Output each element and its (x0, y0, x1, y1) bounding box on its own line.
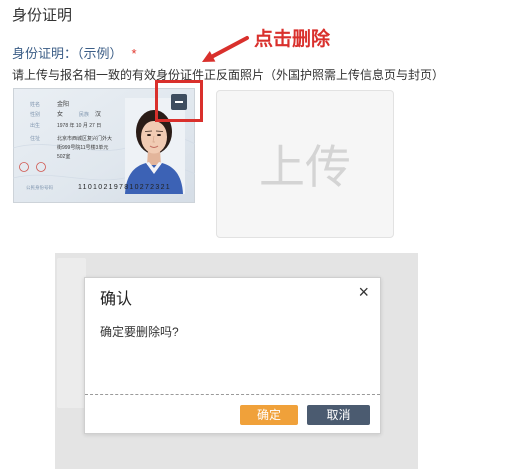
section-title: 身份证明 (12, 7, 73, 24)
confirm-button[interactable]: 确定 (240, 405, 298, 425)
card-address-label: 住址 (30, 135, 40, 142)
card-ethnicity-label: 民族 (79, 111, 89, 118)
annotation-arrow-shaft (210, 36, 249, 59)
minus-icon (175, 101, 183, 103)
portrait-photo (125, 98, 185, 194)
confirm-dialog: 确认 × 确定要删除吗? 确定 取消 (84, 277, 381, 434)
card-sex: 女 (57, 110, 63, 118)
required-mark: * (131, 46, 137, 61)
card-name-label: 姓名 (30, 101, 40, 108)
annotation-arrow (202, 36, 249, 62)
id-card-image: 姓名 金阳 性别 女 民族 汉 出生 1978 年 10 月 27 日 住址 北… (13, 88, 195, 203)
close-icon[interactable]: × (358, 283, 369, 301)
card-address-line: 街999号院11号楼3单元 (57, 144, 108, 151)
dialog-divider (85, 394, 380, 395)
background-panel (57, 258, 86, 408)
card-address-line: 502室 (57, 153, 70, 160)
cancel-button[interactable]: 取消 (307, 405, 370, 425)
card-birth-label: 出生 (30, 122, 40, 129)
delete-image-button[interactable] (171, 94, 187, 110)
card-id-number: 110102197810272321 (78, 184, 171, 191)
card-sex-label: 性别 (30, 111, 40, 118)
annotation-text: 点击删除 (254, 29, 331, 50)
card-name: 金阳 (57, 100, 69, 108)
card-birth: 1978 年 10 月 27 日 (57, 122, 101, 129)
dialog-message: 确定要删除吗? (100, 325, 179, 339)
id-card-graphic: 姓名 金阳 性别 女 民族 汉 出生 1978 年 10 月 27 日 住址 北… (13, 88, 195, 203)
upload-box[interactable]: 上传 (216, 90, 394, 238)
field-label-text: 身份证明：（示例） (12, 46, 123, 61)
dialog-title: 确认 (100, 291, 133, 308)
card-address-line: 北京市西城区复兴门外大 (57, 135, 112, 142)
page: 身份证明 身份证明：（示例） * 请上传与报名相一致的有效身份证件正反面照片（外国… (0, 0, 508, 469)
card-ethnicity: 汉 (95, 110, 101, 118)
field-label: 身份证明：（示例） * (12, 43, 137, 62)
card-id-number-label: 公民身份号码 (26, 184, 53, 191)
upload-label: 上传 (259, 141, 351, 193)
